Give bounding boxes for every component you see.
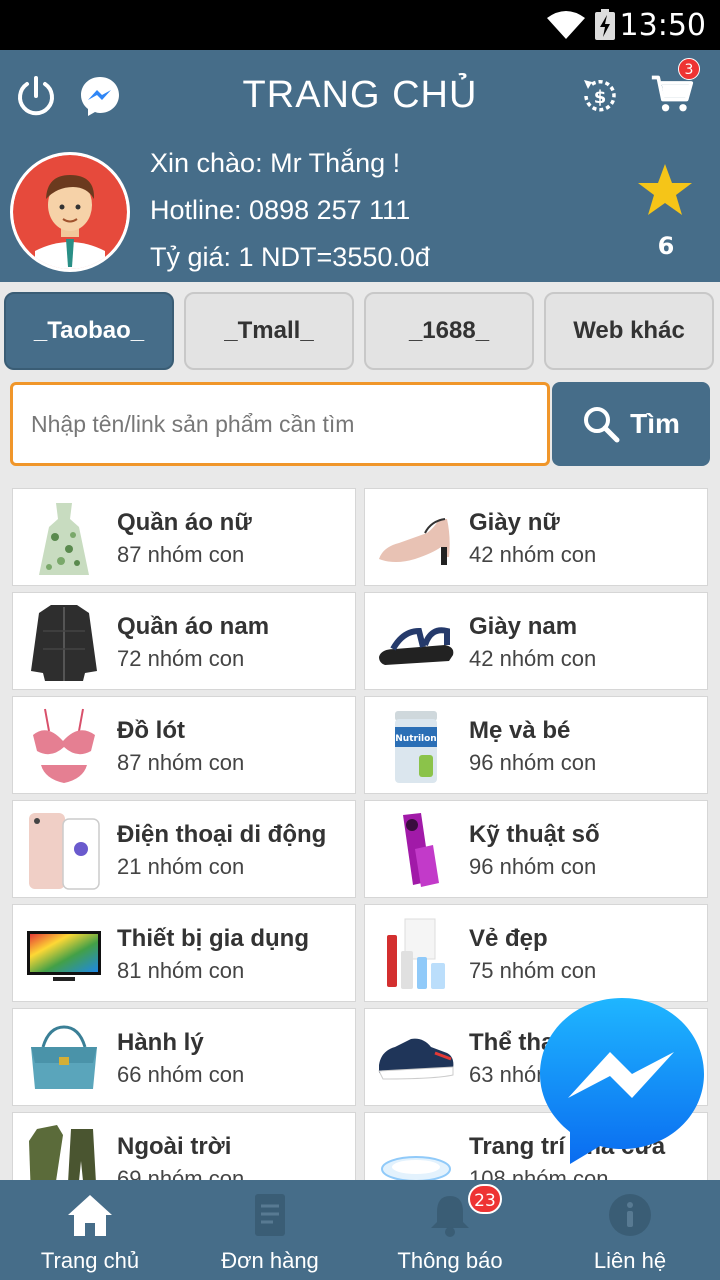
handbag-icon — [31, 1025, 97, 1089]
category-count: 96 nhóm con — [469, 854, 597, 879]
tab-tmall[interactable]: _Tmall_ — [184, 292, 354, 370]
category-item[interactable]: Ngoài trời 69 nhóm con — [12, 1112, 356, 1180]
category-item[interactable]: Hành lý 66 nhóm con — [12, 1008, 356, 1106]
source-tabs: _Taobao_ _Tmall_ _1688_ Web khác — [4, 292, 716, 372]
star-count: 6 — [657, 232, 675, 260]
category-name: Vẻ đẹp — [469, 925, 548, 952]
category-name: Giày nữ — [469, 509, 560, 536]
clock: 13:50 — [619, 8, 706, 43]
status-bar: 13:50 — [0, 0, 720, 50]
category-count: 108 nhóm con — [469, 1166, 609, 1180]
search-input[interactable] — [13, 385, 547, 463]
home-icon — [68, 1195, 112, 1236]
nav-home-label: Trang chủ — [40, 1248, 140, 1273]
category-count: 81 nhóm con — [117, 958, 245, 983]
messenger-icon[interactable] — [78, 74, 122, 118]
category-count: 21 nhóm con — [117, 854, 245, 879]
category-name: Hành lý — [117, 1029, 204, 1056]
search-box — [10, 382, 550, 466]
category-item[interactable]: Quần áo nam 72 nhóm con — [12, 592, 356, 690]
category-name: Quần áo nam — [117, 613, 270, 640]
category-item[interactable]: Điện thoại di động 21 nhóm con — [12, 800, 356, 898]
exchange-rate-text: Tỷ giá: 1 NDT=3550.0đ — [150, 242, 430, 272]
category-item[interactable]: Giày nam 42 nhóm con — [364, 592, 708, 690]
category-item[interactable]: Giày nữ 42 nhóm con — [364, 488, 708, 586]
nav-contact-label: Liên hệ — [593, 1248, 667, 1273]
category-count: 87 nhóm con — [117, 542, 245, 567]
search-icon — [584, 407, 620, 443]
category-count: 87 nhóm con — [117, 750, 245, 775]
power-icon[interactable] — [14, 74, 58, 118]
app-header: TRANG CHỦ $ 3 Xin chào: Mr Thắng ! Hotli… — [0, 50, 720, 282]
high-heel-icon — [379, 518, 450, 565]
svg-text:Nutrilon: Nutrilon — [395, 734, 436, 744]
cosmetics-icon — [387, 918, 445, 989]
exchange-rate-icon[interactable]: $ — [578, 74, 622, 118]
category-count: 96 nhóm con — [469, 750, 597, 775]
messenger-chat-button[interactable] — [536, 994, 708, 1166]
category-item[interactable]: Thiết bị gia dụng 81 nhóm con — [12, 904, 356, 1002]
category-count: 66 nhóm con — [117, 1062, 245, 1087]
nav-notifications[interactable]: Thông báo — [360, 1180, 540, 1280]
category-item[interactable]: Kỹ thuật số 96 nhóm con — [364, 800, 708, 898]
category-count: 69 nhóm con — [117, 1166, 245, 1180]
category-item[interactable]: Nutrilon Mẹ và bé 96 nhóm con — [364, 696, 708, 794]
bottom-navigation: Trang chủ Đơn hàng Thông báo Liên hệ — [0, 1180, 720, 1280]
category-count: 72 nhóm con — [117, 646, 245, 671]
category-count: 42 nhóm con — [469, 542, 597, 567]
category-item[interactable]: Vẻ đẹp 75 nhóm con — [364, 904, 708, 1002]
category-name: Mẹ và bé — [469, 717, 571, 744]
avatar[interactable] — [10, 152, 130, 272]
notification-count-badge: 23 — [468, 1184, 502, 1214]
coat-icon — [31, 605, 97, 681]
category-name: Giày nam — [469, 613, 578, 640]
info-icon — [609, 1194, 651, 1236]
category-name: Điện thoại di động — [117, 821, 327, 848]
cart-count-badge: 3 — [678, 58, 700, 80]
category-name: Quần áo nữ — [117, 509, 252, 536]
star-icon[interactable] — [636, 162, 694, 220]
category-item[interactable]: Quần áo nữ 87 nhóm con — [12, 488, 356, 586]
greeting-text: Xin chào: Mr Thắng ! — [150, 148, 401, 178]
digital-camera-icon — [403, 813, 439, 887]
user-avatar-icon — [13, 155, 127, 269]
dress-icon — [39, 503, 89, 575]
sandal-icon — [379, 627, 454, 665]
wifi-icon — [547, 11, 585, 39]
order-icon — [255, 1194, 285, 1236]
tv-icon — [27, 931, 101, 981]
battery-charging-icon — [595, 9, 615, 40]
sneaker-icon — [378, 1038, 454, 1080]
page-title: TRANG CHỦ — [242, 74, 478, 116]
lingerie-icon — [33, 708, 95, 783]
category-count: 42 nhóm con — [469, 646, 597, 671]
hotline-text[interactable]: Hotline: 0898 257 111 — [150, 195, 410, 226]
nav-notifications-label: Thông báo — [397, 1248, 503, 1273]
category-name: Ngoài trời — [117, 1133, 232, 1160]
ceiling-lamp-icon — [381, 1156, 451, 1180]
nav-home[interactable]: Trang chủ — [0, 1180, 180, 1280]
nav-contact[interactable]: Liên hệ — [540, 1180, 720, 1280]
search-button[interactable]: Tìm — [552, 382, 710, 466]
tab-taobao[interactable]: _Taobao_ — [4, 292, 174, 370]
tab-other-web[interactable]: Web khác — [544, 292, 714, 370]
category-name: Thiết bị gia dụng — [117, 925, 309, 952]
category-item[interactable]: Đồ lót 87 nhóm con — [12, 696, 356, 794]
tab-1688[interactable]: _1688_ — [364, 292, 534, 370]
nav-orders-label: Đơn hàng — [221, 1248, 319, 1273]
outdoor-jacket-icon — [29, 1125, 96, 1180]
category-name: Kỹ thuật số — [469, 821, 600, 848]
milk-can-icon: Nutrilon — [395, 711, 437, 783]
search-button-label: Tìm — [630, 408, 680, 439]
category-name: Đồ lót — [117, 717, 185, 744]
nav-orders[interactable]: Đơn hàng — [180, 1180, 360, 1280]
smartphone-icon — [29, 813, 100, 890]
category-count: 75 nhóm con — [469, 958, 597, 983]
svg-text:$: $ — [594, 87, 607, 108]
